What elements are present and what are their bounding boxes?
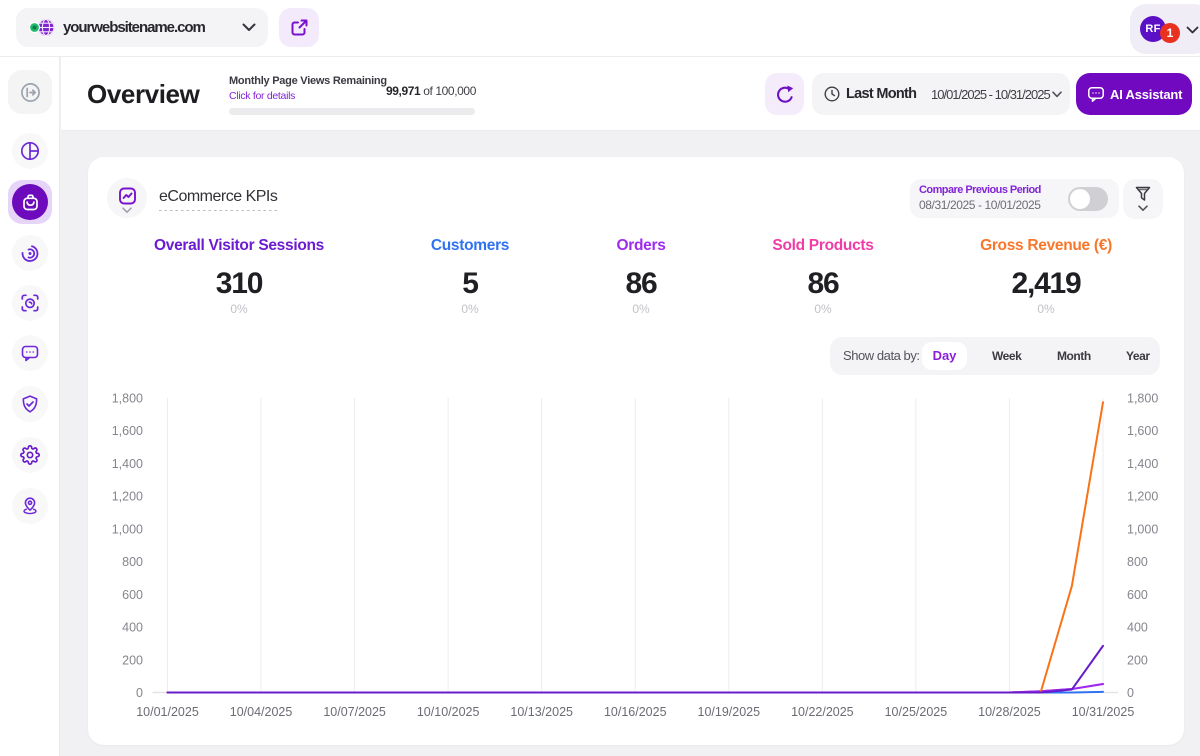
svg-text:1,400: 1,400 xyxy=(1127,457,1158,471)
svg-text:200: 200 xyxy=(1127,653,1148,667)
svg-text:10/04/2025: 10/04/2025 xyxy=(230,705,293,719)
svg-text:10/19/2025: 10/19/2025 xyxy=(698,705,761,719)
svg-text:1,200: 1,200 xyxy=(1127,490,1158,504)
svg-text:600: 600 xyxy=(122,588,143,602)
svg-text:10/01/2025: 10/01/2025 xyxy=(136,705,199,719)
svg-text:800: 800 xyxy=(122,555,143,569)
svg-text:400: 400 xyxy=(122,621,143,635)
svg-text:1,600: 1,600 xyxy=(112,424,143,438)
svg-text:10/22/2025: 10/22/2025 xyxy=(791,705,854,719)
svg-text:10/25/2025: 10/25/2025 xyxy=(885,705,948,719)
svg-text:10/07/2025: 10/07/2025 xyxy=(323,705,386,719)
svg-text:1,000: 1,000 xyxy=(112,522,143,536)
svg-text:10/28/2025: 10/28/2025 xyxy=(978,705,1041,719)
svg-text:0: 0 xyxy=(1127,686,1134,700)
svg-text:400: 400 xyxy=(1127,621,1148,635)
svg-text:1,800: 1,800 xyxy=(112,392,143,406)
svg-text:800: 800 xyxy=(1127,555,1148,569)
svg-text:1,000: 1,000 xyxy=(1127,522,1158,536)
svg-text:10/10/2025: 10/10/2025 xyxy=(417,705,480,719)
svg-text:1,400: 1,400 xyxy=(112,457,143,471)
svg-text:1,600: 1,600 xyxy=(1127,424,1158,438)
svg-text:1,800: 1,800 xyxy=(1127,392,1158,406)
svg-text:10/13/2025: 10/13/2025 xyxy=(510,705,573,719)
svg-text:0: 0 xyxy=(136,686,143,700)
svg-text:10/31/2025: 10/31/2025 xyxy=(1072,705,1135,719)
svg-text:200: 200 xyxy=(122,653,143,667)
svg-text:1,200: 1,200 xyxy=(112,490,143,504)
svg-text:600: 600 xyxy=(1127,588,1148,602)
svg-text:10/16/2025: 10/16/2025 xyxy=(604,705,667,719)
